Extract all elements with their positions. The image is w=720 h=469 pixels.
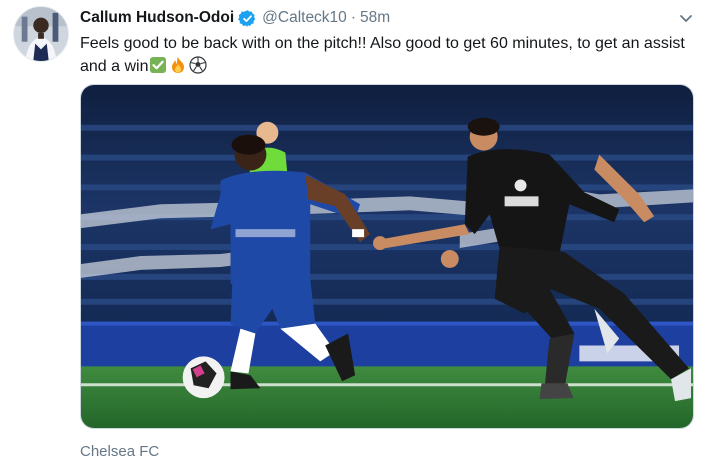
- tweet-header: Callum Hudson-Odoi @Calteck10 · 58m: [80, 8, 390, 28]
- user-handle[interactable]: @Calteck10: [262, 9, 347, 27]
- tweet-photo[interactable]: [80, 84, 694, 429]
- fire-emoji: [169, 56, 187, 74]
- soccer-ball-emoji: [188, 56, 207, 74]
- check-mark-emoji: [149, 56, 167, 74]
- verified-badge-icon: [238, 9, 257, 28]
- avatar[interactable]: [13, 6, 69, 62]
- separator-dot: ·: [350, 9, 356, 26]
- tweet-timestamp[interactable]: 58m: [360, 9, 390, 27]
- display-name[interactable]: Callum Hudson-Odoi: [80, 9, 234, 27]
- media-attribution[interactable]: Chelsea FC: [80, 443, 159, 460]
- tweet-text: Feels good to be back with on the pitch!…: [80, 32, 692, 78]
- chevron-down-icon[interactable]: [676, 8, 696, 28]
- tweet-card[interactable]: Callum Hudson-Odoi @Calteck10 · 58m Feel…: [0, 0, 720, 469]
